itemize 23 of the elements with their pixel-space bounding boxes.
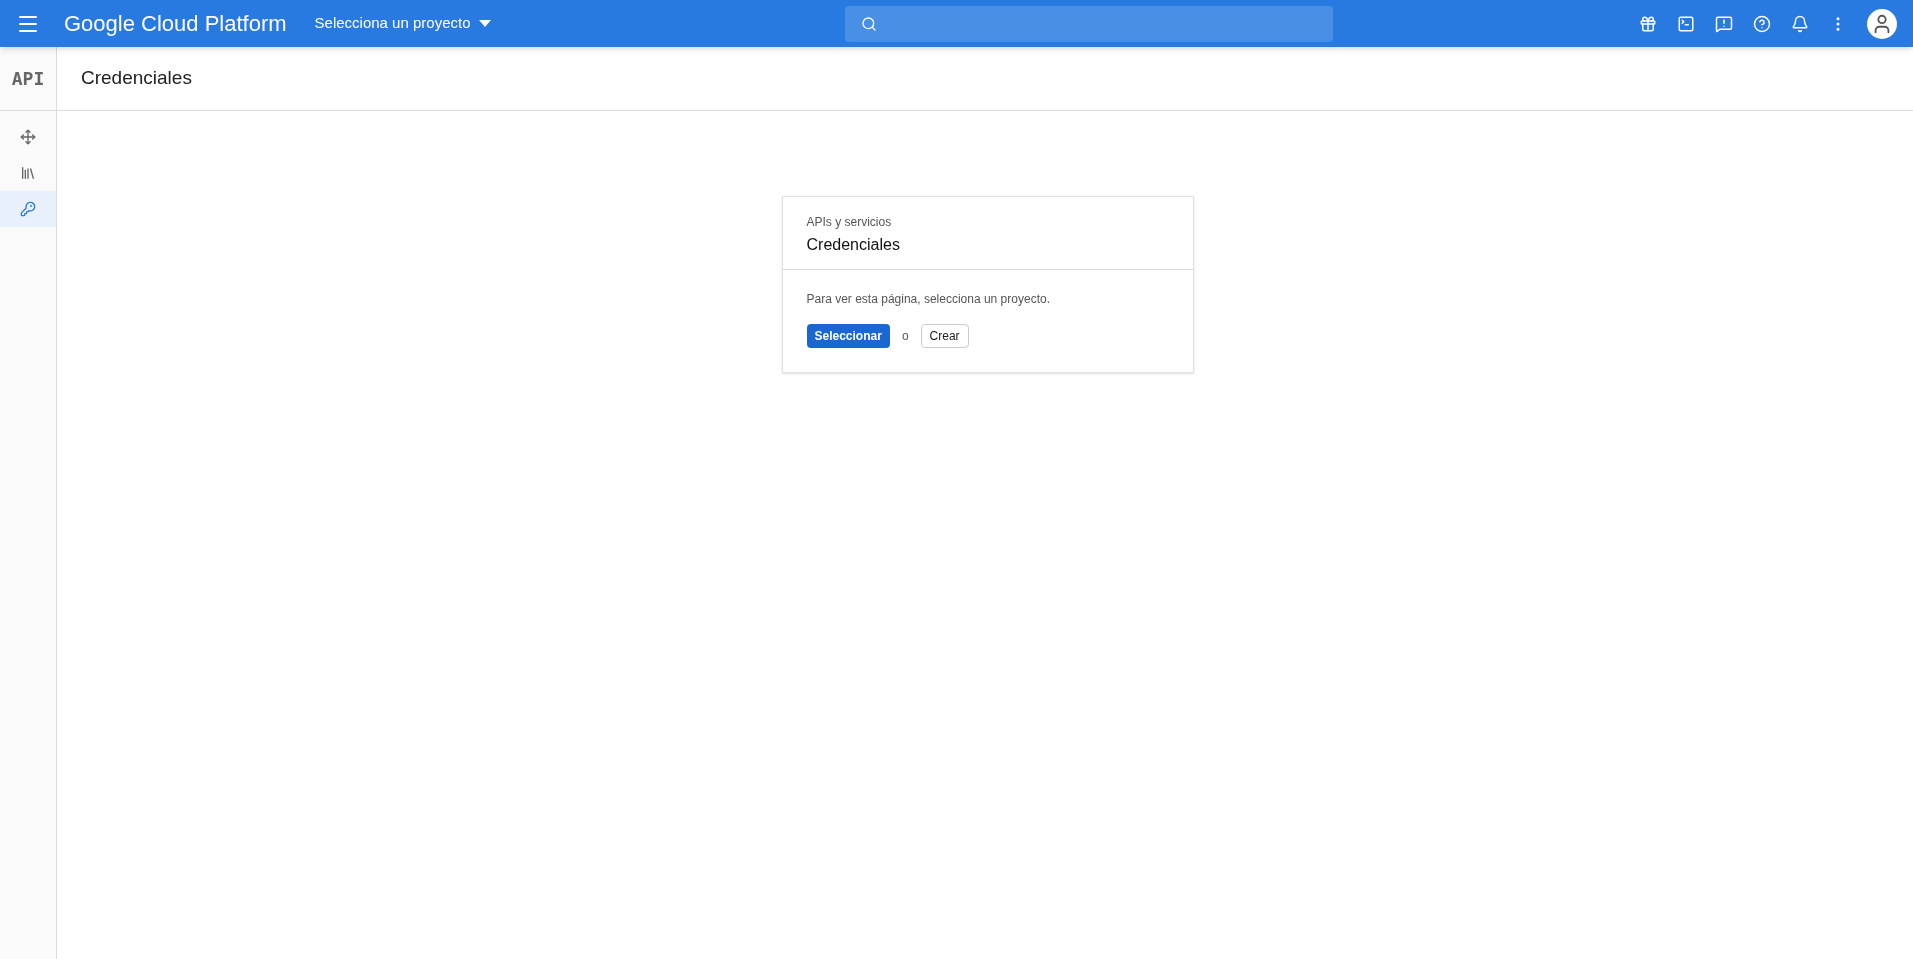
key-icon <box>20 201 36 217</box>
api-logo: API <box>11 67 45 91</box>
feedback-icon[interactable] <box>1715 14 1733 33</box>
bell-icon[interactable] <box>1791 14 1809 33</box>
card-overline: APIs y servicios <box>806 214 893 231</box>
project-picker[interactable]: Selecciona un proyecto <box>314 12 491 35</box>
card-title: Credenciales <box>806 235 901 255</box>
help-icon[interactable] <box>1753 14 1771 33</box>
avatar[interactable] <box>1867 8 1897 39</box>
terminal-icon[interactable] <box>1677 14 1695 33</box>
card-message: Para ver esta página, selecciona un proyecto. <box>806 291 1051 308</box>
create-button[interactable]: Crear <box>920 324 969 348</box>
select-button[interactable]: Seleccionar <box>806 324 890 348</box>
search-icon <box>860 15 877 32</box>
search-field[interactable] <box>844 5 1333 42</box>
sidebar-item[interactable] <box>0 191 56 227</box>
move-arrows-icon <box>20 129 36 145</box>
or-separator: o <box>901 328 909 345</box>
caret-icon <box>478 20 491 27</box>
gift-icon[interactable] <box>1639 14 1657 33</box>
library-icon <box>20 165 36 181</box>
product-name: Google Cloud Platform <box>64 10 287 38</box>
page-title: Credenciales <box>81 66 192 91</box>
